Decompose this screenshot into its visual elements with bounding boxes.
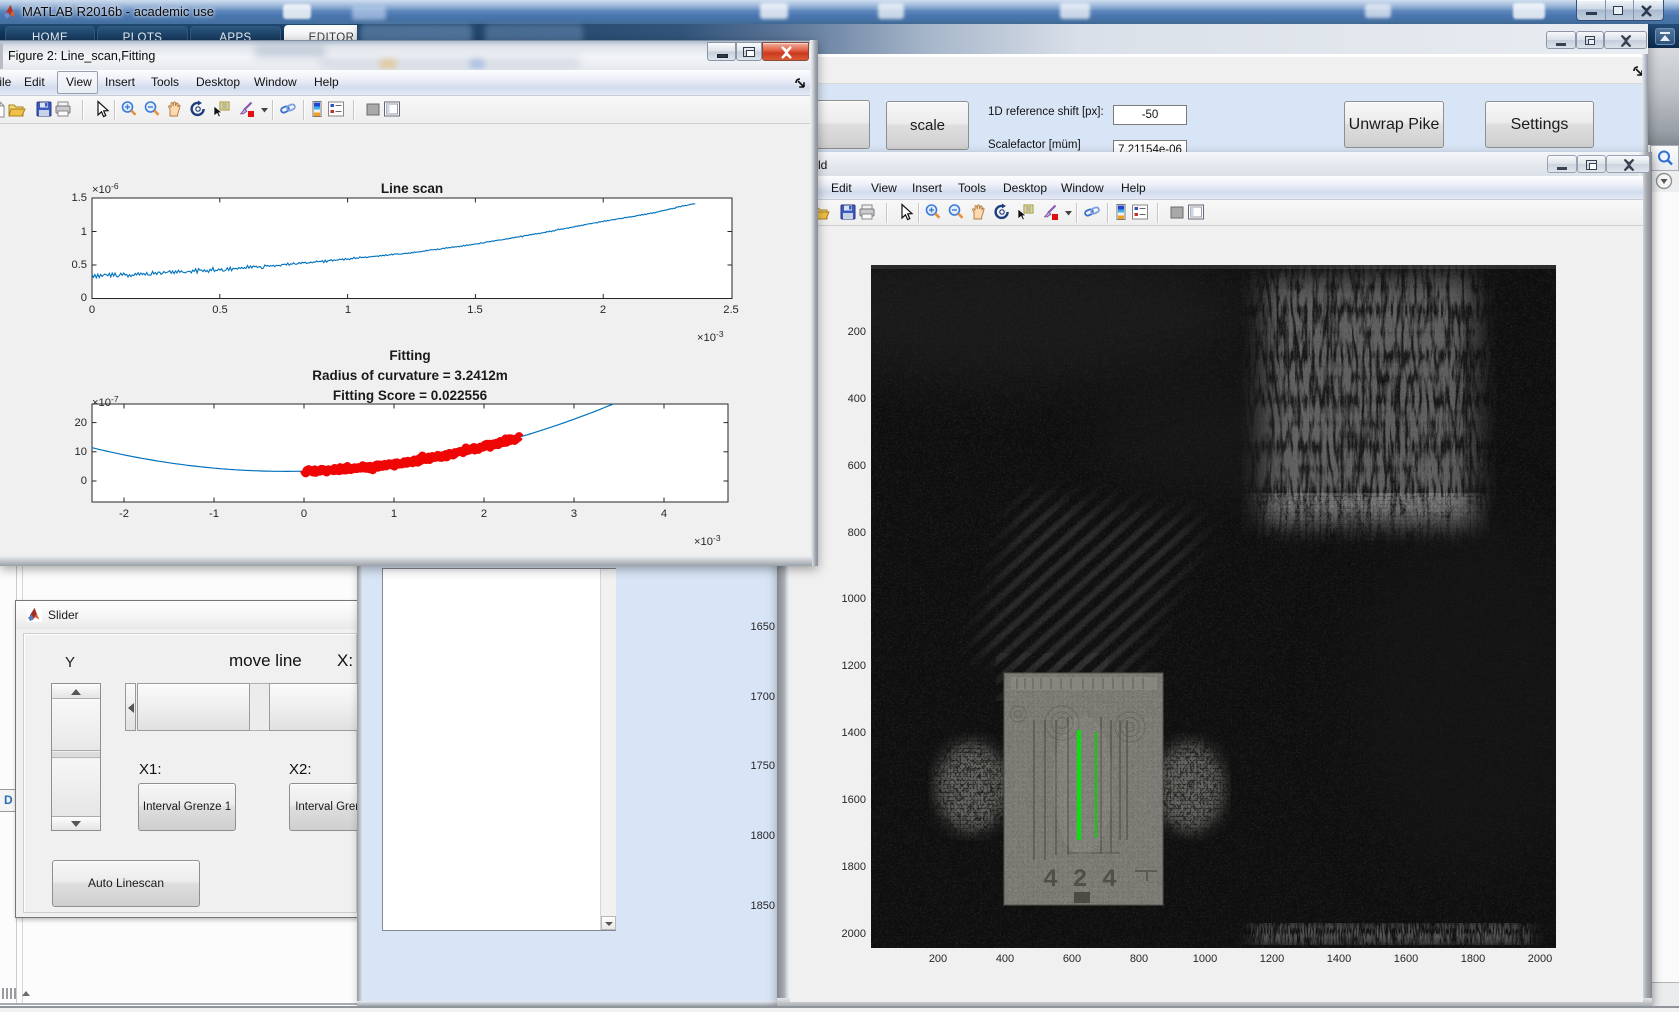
svg-text:424: 424 bbox=[1043, 865, 1117, 894]
